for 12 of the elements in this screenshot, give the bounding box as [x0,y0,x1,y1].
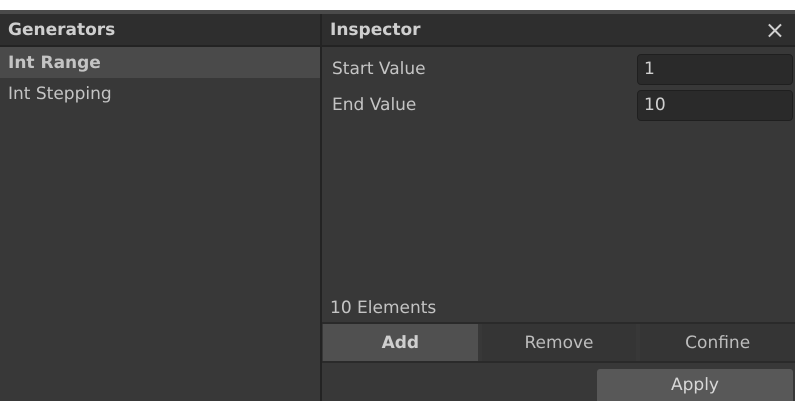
value-field[interactable]: 10 [637,90,793,120]
close-button[interactable]: × [760,18,789,42]
field-label: Start Value [332,59,426,79]
generator-item[interactable]: Int Range [0,47,320,78]
value-field[interactable]: 1 [637,54,793,84]
element-count: 10 Elements [329,297,438,320]
action-button[interactable]: Add [323,324,478,361]
panel-title: Generators [8,20,116,40]
apply-button[interactable]: Apply [597,369,793,401]
field-label: End Value [332,95,416,115]
panel-title: Inspector [330,20,421,40]
generator-item[interactable]: Int Stepping [0,78,320,109]
